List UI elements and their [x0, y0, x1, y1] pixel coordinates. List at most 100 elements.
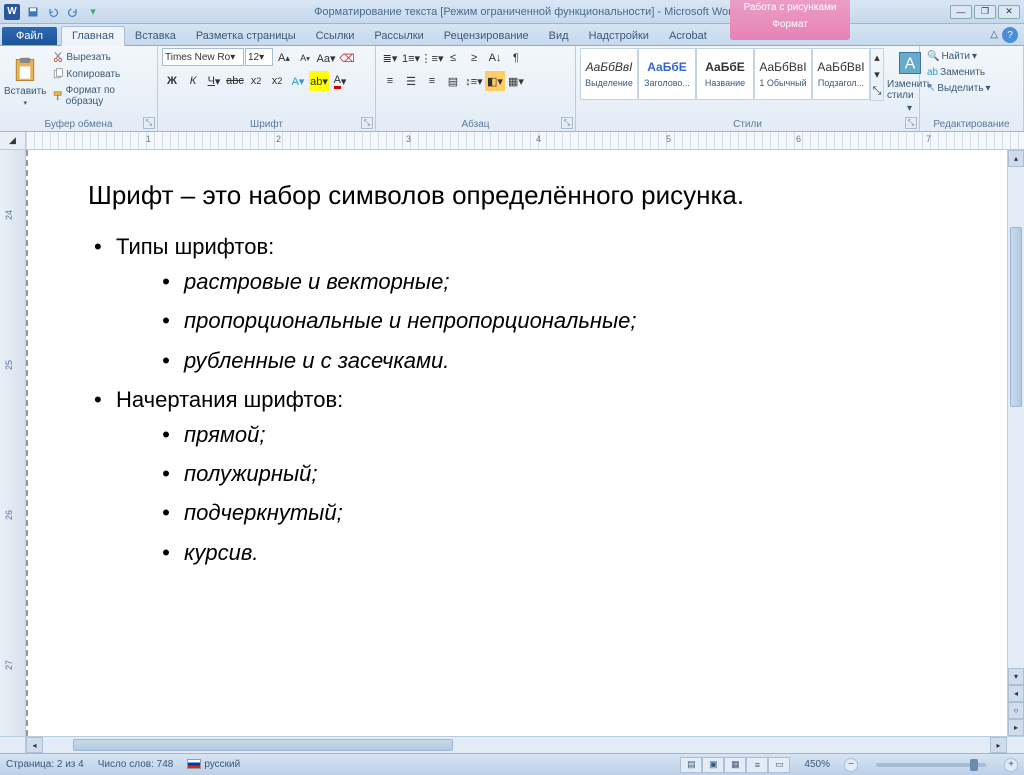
strikethrough-icon[interactable]: abc: [225, 71, 245, 91]
decrease-indent-icon[interactable]: ≤: [443, 48, 463, 68]
minimize-ribbon-icon[interactable]: △: [990, 29, 998, 40]
align-center-icon[interactable]: ☰: [401, 71, 421, 91]
italic-icon[interactable]: К: [183, 71, 203, 91]
borders-icon[interactable]: ▦▾: [506, 71, 526, 91]
qat-more-icon[interactable]: ▾: [84, 3, 102, 21]
close-button[interactable]: ✕: [998, 5, 1020, 19]
scroll-left-icon[interactable]: ◂: [26, 737, 43, 753]
superscript-icon[interactable]: x2: [267, 71, 287, 91]
style-item[interactable]: АаБбВвІПодзагол...: [812, 48, 870, 100]
replace-button[interactable]: abЗаменить: [924, 66, 988, 79]
save-icon[interactable]: [24, 3, 42, 21]
tab-references[interactable]: Ссылки: [306, 27, 365, 45]
window-controls: — ❐ ✕: [950, 5, 1020, 19]
subscript-icon[interactable]: x2: [246, 71, 266, 91]
align-right-icon[interactable]: ≡: [422, 71, 442, 91]
full-screen-view-icon[interactable]: ▣: [702, 757, 724, 773]
tab-addins[interactable]: Надстройки: [579, 27, 659, 45]
align-left-icon[interactable]: ≡: [380, 71, 400, 91]
list-item: Типы шрифтов: растровые и векторные; про…: [88, 229, 967, 378]
text-effects-icon[interactable]: A▾: [288, 71, 308, 91]
horizontal-ruler[interactable]: ◢ 1 2 3 4 5 6 7: [0, 132, 1024, 150]
style-item[interactable]: АаБбЕЗаголово...: [638, 48, 696, 100]
tab-acrobat[interactable]: Acrobat: [659, 27, 717, 45]
tab-page-layout[interactable]: Разметка страницы: [186, 27, 306, 45]
scroll-thumb[interactable]: [1010, 227, 1022, 407]
styles-scroll-up-icon[interactable]: ▴: [871, 49, 883, 66]
document-page[interactable]: Шрифт – это набор символов определённого…: [26, 150, 1007, 736]
tab-insert[interactable]: Вставка: [125, 27, 186, 45]
grow-font-icon[interactable]: A▴: [274, 48, 294, 68]
browse-object-icon[interactable]: ○: [1008, 702, 1024, 719]
scroll-up-icon[interactable]: ▴: [1008, 150, 1024, 167]
list-item: полужирный;: [156, 456, 967, 491]
redo-icon[interactable]: [64, 3, 82, 21]
scroll-right-icon[interactable]: ▸: [990, 737, 1007, 753]
highlight-icon[interactable]: ab▾: [309, 71, 329, 91]
undo-icon[interactable]: [44, 3, 62, 21]
style-item[interactable]: АаБбЕНазвание: [696, 48, 754, 100]
group-clipboard: Вставить ▾ Вырезать Копировать Формат по…: [0, 46, 158, 131]
list-item: Начертания шрифтов: прямой; полужирный; …: [88, 382, 967, 570]
ruler-corner[interactable]: ◢: [0, 132, 26, 149]
shrink-font-icon[interactable]: A▾: [295, 48, 315, 68]
outline-view-icon[interactable]: ≡: [746, 757, 768, 773]
multilevel-icon[interactable]: ⋮≡▾: [422, 48, 442, 68]
styles-scroll-down-icon[interactable]: ▾: [871, 66, 883, 83]
scroll-down-icon[interactable]: ▾: [1008, 668, 1024, 685]
cut-button[interactable]: Вырезать: [49, 50, 153, 64]
help-icon[interactable]: ?: [1002, 27, 1018, 43]
justify-icon[interactable]: ▤: [443, 71, 463, 91]
vertical-ruler[interactable]: 24 25 26 27: [0, 150, 26, 736]
next-page-icon[interactable]: ▸: [1008, 719, 1024, 736]
doc-title-line: Шрифт – это набор символов определённого…: [88, 180, 967, 211]
show-marks-icon[interactable]: ¶: [506, 48, 526, 68]
styles-gallery[interactable]: АаБбВвІВыделение АаБбЕЗаголово... АаБбЕН…: [580, 48, 884, 101]
zoom-slider[interactable]: [876, 763, 986, 767]
change-case-icon[interactable]: Aa▾: [316, 48, 336, 68]
select-button[interactable]: ↖Выделить ▾: [924, 82, 994, 95]
clear-formatting-icon[interactable]: ⌫: [337, 48, 357, 68]
status-page[interactable]: Страница: 2 из 4: [6, 759, 84, 770]
horizontal-scrollbar[interactable]: ◂ ▸: [0, 736, 1024, 753]
status-word-count[interactable]: Число слов: 748: [98, 759, 174, 770]
picture-tools-tab[interactable]: Работа с рисунками Формат: [730, 0, 850, 40]
tab-mailings[interactable]: Рассылки: [364, 27, 433, 45]
paste-button[interactable]: Вставить ▾: [4, 48, 46, 114]
tab-review[interactable]: Рецензирование: [434, 27, 539, 45]
tab-view[interactable]: Вид: [539, 27, 579, 45]
bullets-icon[interactable]: ≣▾: [380, 48, 400, 68]
scroll-thumb-h[interactable]: [73, 739, 453, 751]
style-item[interactable]: АаБбВвІ1 Обычный: [754, 48, 812, 100]
numbering-icon[interactable]: 1≡▾: [401, 48, 421, 68]
styles-more-icon[interactable]: ⤡: [871, 83, 883, 100]
minimize-button[interactable]: —: [950, 5, 972, 19]
zoom-in-icon[interactable]: +: [1004, 758, 1018, 772]
style-item[interactable]: АаБбВвІВыделение: [580, 48, 638, 100]
line-spacing-icon[interactable]: ↕≡▾: [464, 71, 484, 91]
find-button[interactable]: 🔍Найти ▾: [924, 50, 980, 63]
zoom-level[interactable]: 450%: [804, 759, 830, 770]
print-layout-view-icon[interactable]: ▤: [680, 757, 702, 773]
tab-home[interactable]: Главная: [61, 26, 125, 46]
font-size-select[interactable]: 12 ▾: [245, 48, 273, 66]
underline-icon[interactable]: Ч▾: [204, 71, 224, 91]
file-tab[interactable]: Файл: [2, 27, 57, 45]
bold-icon[interactable]: Ж: [162, 71, 182, 91]
shading-icon[interactable]: ◧▾: [485, 71, 505, 91]
format-painter-button[interactable]: Формат по образцу: [49, 84, 153, 108]
copy-button[interactable]: Копировать: [49, 67, 153, 81]
font-color-icon[interactable]: A▾: [330, 71, 350, 91]
status-language[interactable]: русский: [187, 759, 240, 770]
document-area: 24 25 26 27 Шрифт – это набор символов о…: [0, 150, 1024, 736]
vertical-scrollbar[interactable]: ▴ ▾ ◂ ○ ▸: [1007, 150, 1024, 736]
list-item: прямой;: [156, 417, 967, 452]
font-name-select[interactable]: Times New Ro ▾: [162, 48, 244, 66]
increase-indent-icon[interactable]: ≥: [464, 48, 484, 68]
restore-button[interactable]: ❐: [974, 5, 996, 19]
web-layout-view-icon[interactable]: ▦: [724, 757, 746, 773]
sort-icon[interactable]: A↓: [485, 48, 505, 68]
zoom-out-icon[interactable]: −: [844, 758, 858, 772]
prev-page-icon[interactable]: ◂: [1008, 685, 1024, 702]
draft-view-icon[interactable]: ▭: [768, 757, 790, 773]
